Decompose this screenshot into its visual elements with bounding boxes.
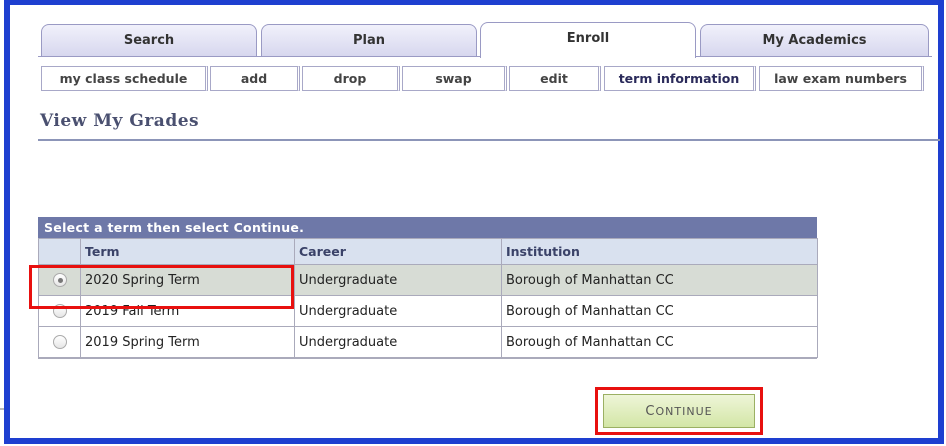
subtab-drop[interactable]: drop (302, 66, 400, 91)
subtab-swap[interactable]: swap (402, 66, 507, 91)
term-selection-grid: Select a term then select Continue. Term… (38, 217, 818, 359)
continue-button[interactable]: CONTINUE (603, 394, 755, 428)
grid-caption: Select a term then select Continue. (38, 217, 817, 238)
subtab-law-exam-numbers[interactable]: law exam numbers (759, 66, 924, 91)
radio-cell[interactable] (38, 264, 81, 296)
term-cell: 2019 Fall Term (80, 295, 295, 327)
header-term: Term (80, 238, 295, 265)
term-table: Term Career Institution 2020 Spring Term… (38, 238, 818, 358)
tab-enroll[interactable]: Enroll (480, 22, 696, 58)
tab-search[interactable]: Search (41, 24, 257, 57)
table-row[interactable]: 2019 Spring Term Undergraduate Borough o… (38, 326, 818, 358)
career-cell: Undergraduate (294, 326, 502, 358)
table-row[interactable]: 2020 Spring Term Undergraduate Borough o… (38, 264, 818, 296)
subtab-edit[interactable]: edit (509, 66, 601, 91)
institution-cell: Borough of Manhattan CC (501, 264, 818, 296)
table-row[interactable]: 2019 Fall Term Undergraduate Borough of … (38, 295, 818, 327)
radio-cell[interactable] (38, 326, 81, 358)
institution-cell: Borough of Manhattan CC (501, 295, 818, 327)
radio-cell[interactable] (38, 295, 81, 327)
career-cell: Undergraduate (294, 264, 502, 296)
header-select (38, 238, 81, 265)
title-divider (38, 139, 940, 141)
subtab-my-class-schedule[interactable]: my class schedule (41, 66, 208, 91)
subtab-term-information[interactable]: term information (604, 66, 756, 91)
career-cell: Undergraduate (294, 295, 502, 327)
term-radio-selected[interactable] (52, 273, 67, 287)
term-cell: 2020 Spring Term (80, 264, 295, 296)
term-radio[interactable] (52, 304, 67, 318)
header-career: Career (294, 238, 502, 265)
subtab-add[interactable]: add (210, 66, 300, 91)
page-title: View My Grades (40, 111, 200, 131)
term-cell: 2019 Spring Term (80, 326, 295, 358)
institution-cell: Borough of Manhattan CC (501, 326, 818, 358)
header-institution: Institution (501, 238, 818, 265)
table-header-row: Term Career Institution (38, 238, 818, 265)
tab-plan[interactable]: Plan (261, 24, 477, 57)
term-radio[interactable] (52, 335, 67, 349)
tab-my-academics[interactable]: My Academics (700, 24, 929, 57)
